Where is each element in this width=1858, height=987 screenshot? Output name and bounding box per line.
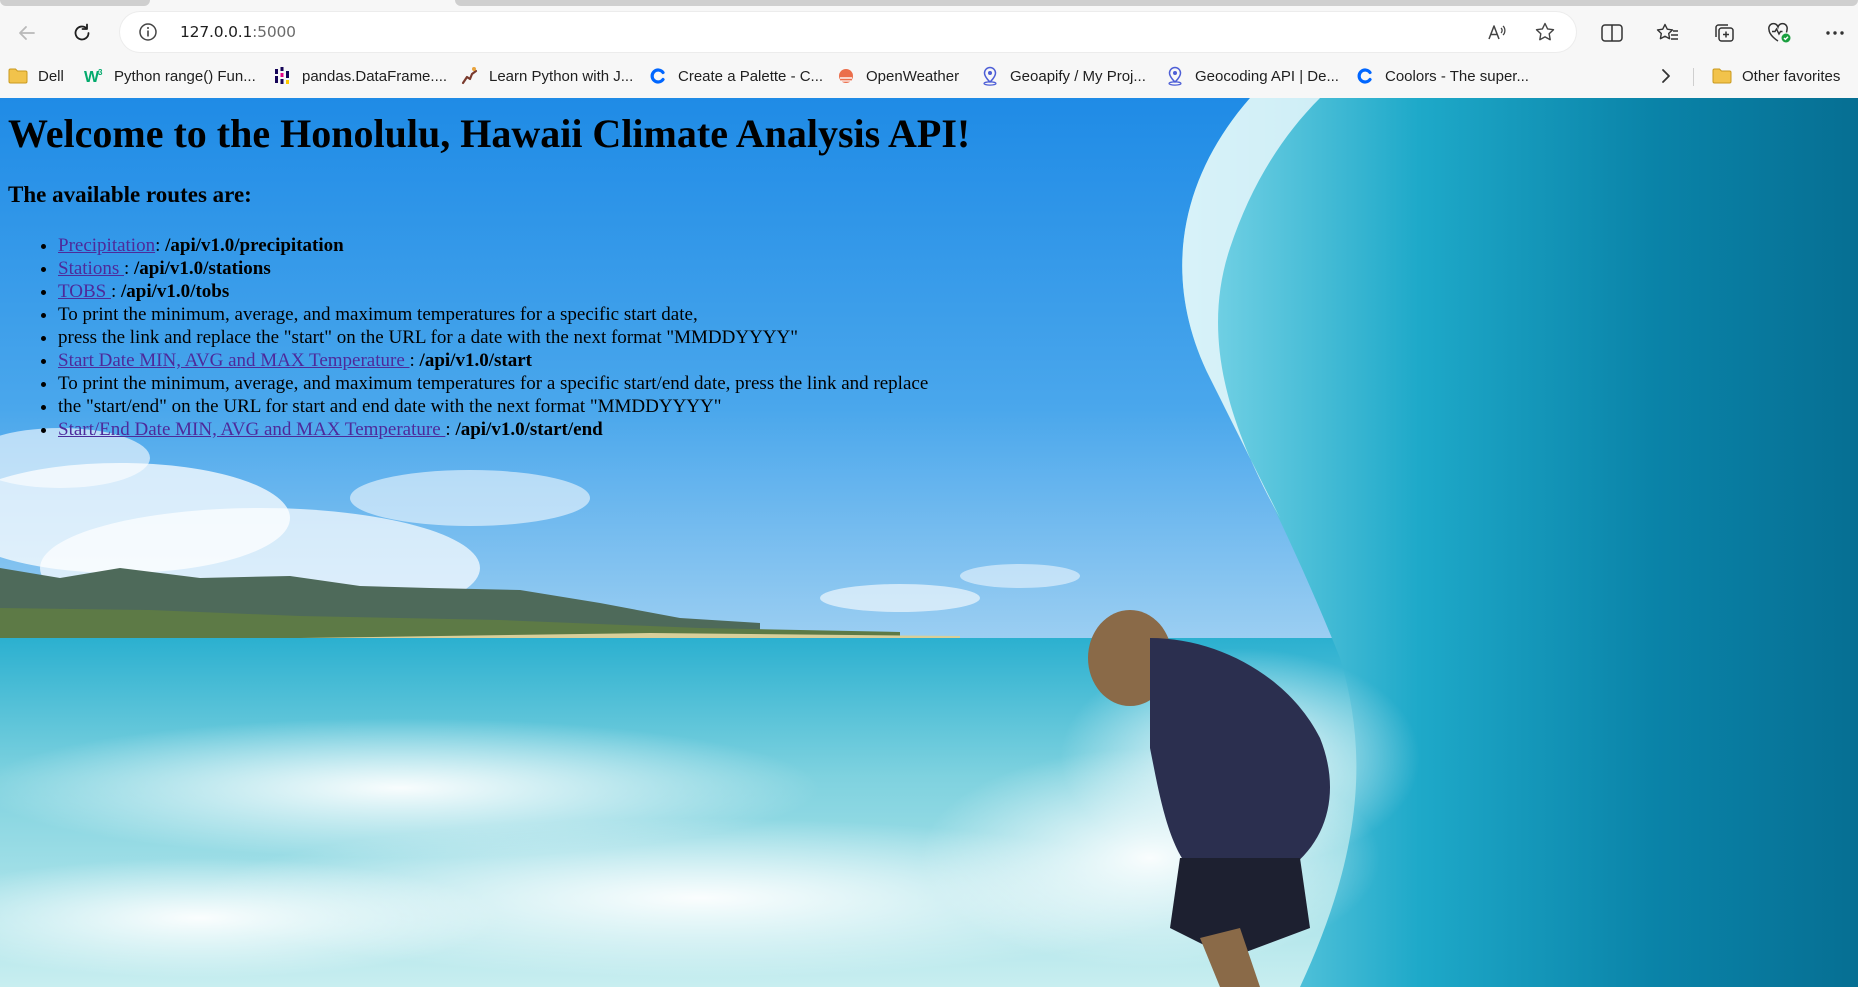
more-options-icon[interactable] [1822,21,1848,45]
stations-link[interactable]: Stations [58,258,124,279]
w3schools-icon: W3 [84,66,104,86]
divider [1693,68,1694,86]
favorite-create-palette[interactable]: Create a Palette - C... [648,64,823,88]
favorite-star-icon[interactable] [1534,21,1556,43]
back-arrow-icon [19,26,35,40]
site-info-icon[interactable] [138,22,158,42]
url-text[interactable]: 127.0.0.1:5000 [180,23,296,41]
separator: : [110,281,122,302]
tobs-link[interactable]: TOBS [58,281,111,302]
start-end-date-link[interactable]: Start/End Date MIN, AVG and MAX Temperat… [58,419,445,440]
list-item: TOBS : /api/v1.0/tobs [58,280,970,303]
favorite-geoapify[interactable]: Geoapify / My Proj... [980,64,1146,88]
openweather-icon [836,66,856,86]
coolors-icon [648,66,668,86]
list-item: To print the minimum, average, and maxim… [58,303,970,326]
list-item: press the link and replace the "start" o… [58,326,970,349]
coolors-icon [1355,66,1375,86]
favorite-python-range[interactable]: W3 Python range() Fun... [84,64,256,88]
pandas-icon [272,66,292,86]
list-item: Stations : /api/v1.0/stations [58,257,970,280]
favorite-dell[interactable]: Dell [8,64,64,88]
list-item: Start Date MIN, AVG and MAX Temperature … [58,349,970,372]
split-screen-icon[interactable] [1599,21,1625,45]
precipitation-link[interactable]: Precipitation [58,235,155,256]
list-item: the "start/end" on the URL for start and… [58,395,970,418]
geoapify-icon [1165,66,1185,86]
favorites-icon[interactable] [1655,21,1681,45]
folder-icon [1712,66,1732,86]
route-path: /api/v1.0/start/end [455,419,603,440]
separator: : [155,235,166,256]
tab-edge[interactable] [455,0,1858,6]
page-content: Welcome to the Honolulu, Hawaii Climate … [8,108,970,441]
page-viewport: Welcome to the Honolulu, Hawaii Climate … [0,98,1858,987]
list-item: Start/End Date MIN, AVG and MAX Temperat… [58,418,970,441]
page-title: Welcome to the Honolulu, Hawaii Climate … [8,111,971,156]
list-item: To print the minimum, average, and maxim… [58,372,970,395]
browser-toolbar: 127.0.0.1:5000 [0,10,1858,54]
start-date-link[interactable]: Start Date MIN, AVG and MAX Temperature [58,350,410,371]
address-bar[interactable]: 127.0.0.1:5000 [120,12,1576,52]
separator: : [123,258,135,279]
favorite-learn-python[interactable]: Learn Python with J... [459,64,633,88]
routes-heading: The available routes are: [8,182,252,207]
route-path: /api/v1.0/stations [134,258,271,279]
route-path: /api/v1.0/start [419,350,532,371]
route-path: /api/v1.0/tobs [121,281,230,302]
refresh-icon [74,23,90,41]
separator: : [445,419,456,440]
favorite-coolors[interactable]: Coolors - The super... [1355,64,1529,88]
back-button[interactable] [10,16,44,50]
folder-icon [8,66,28,86]
tab-edge[interactable] [0,0,150,6]
python-runner-icon [459,66,479,86]
favorite-other-favorites[interactable]: Other favorites [1712,64,1840,88]
routes-list: Precipitation: /api/v1.0/precipitation S… [8,234,970,441]
geoapify-icon [980,66,1000,86]
favorites-bar: Dell W3 Python range() Fun... pandas.Dat… [0,54,1858,98]
collections-icon[interactable] [1711,21,1737,45]
route-path: /api/v1.0/precipitation [165,235,344,256]
list-item: Precipitation: /api/v1.0/precipitation [58,234,970,257]
refresh-button[interactable] [65,16,99,50]
separator: : [409,350,420,371]
tab-strip [0,0,1858,10]
browser-essentials-icon[interactable] [1766,21,1792,45]
chevron-right-icon[interactable] [1656,66,1676,86]
read-aloud-icon[interactable] [1486,21,1508,43]
favorite-openweather[interactable]: OpenWeather [836,64,959,88]
favorite-geocoding-api[interactable]: Geocoding API | De... [1165,64,1339,88]
svg-text:3: 3 [98,68,103,77]
favorite-pandas[interactable]: pandas.DataFrame.... [272,64,447,88]
